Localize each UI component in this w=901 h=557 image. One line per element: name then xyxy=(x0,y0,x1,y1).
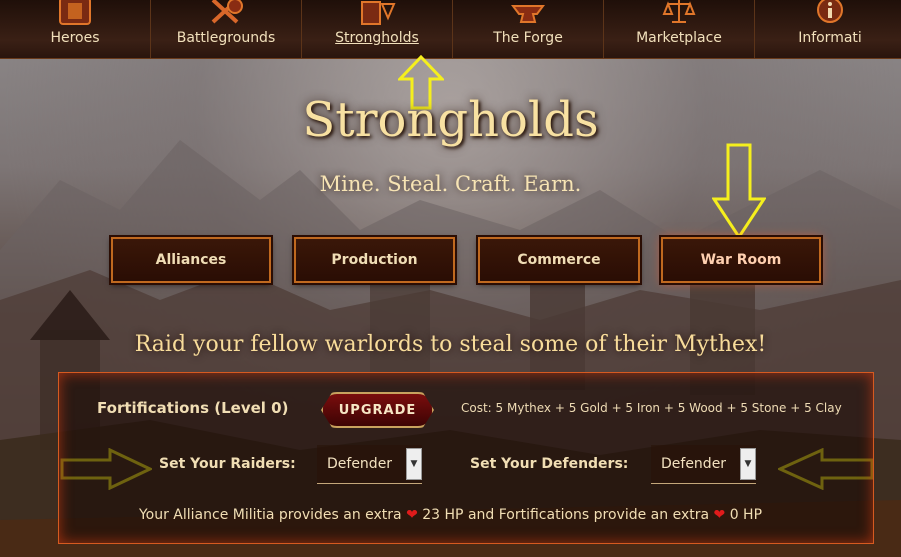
nav-item-label: Marketplace xyxy=(636,30,722,46)
heart-icon: ❤ xyxy=(713,507,726,523)
anvil-icon xyxy=(511,5,545,23)
nav-item-heroes[interactable]: Heroes xyxy=(0,0,151,58)
heart-icon: ❤ xyxy=(406,507,418,523)
militia-info: Your Alliance Militia provides an extra … xyxy=(0,507,901,523)
nav-item-label: Strongholds xyxy=(335,30,419,46)
nav-item-label: Battlegrounds xyxy=(176,30,276,46)
nav-item-strongholds[interactable]: Strongholds xyxy=(302,0,453,58)
scales-icon xyxy=(662,0,696,23)
castle-icon xyxy=(361,1,396,25)
nav-item-information[interactable]: Informati xyxy=(755,0,901,58)
defenders-select[interactable]: Defender ▼ xyxy=(651,445,756,484)
shield-icon xyxy=(59,0,91,25)
page-title: Strongholds xyxy=(302,92,599,148)
nav-item-label: The Forge xyxy=(493,30,563,46)
raiders-label: Set Your Raiders: xyxy=(159,456,296,472)
raiders-select[interactable]: Defender ▼ xyxy=(317,445,422,484)
defenders-label: Set Your Defenders: xyxy=(470,456,629,472)
raiders-select-value: Defender xyxy=(327,456,393,472)
chevron-down-icon: ▼ xyxy=(406,448,422,480)
crossed-swords-icon xyxy=(211,0,243,24)
nav-item-label: Heroes xyxy=(50,30,100,46)
nav-item-label: Informati xyxy=(798,30,862,46)
fortifications-label: Fortifications (Level 0) xyxy=(97,399,289,417)
fortification-hp: 0 HP xyxy=(729,507,763,523)
upgrade-button[interactable]: UPGRADE xyxy=(321,392,434,428)
tab-war-room[interactable]: War Room xyxy=(661,237,821,283)
defenders-select-value: Defender xyxy=(661,456,727,472)
top-navigation-bar: Heroes Battlegrounds Strongholds The For… xyxy=(0,0,901,59)
info-icon xyxy=(817,0,843,23)
chevron-down-icon: ▼ xyxy=(740,448,756,480)
militia-prefix: Your Alliance Militia provides an extra xyxy=(138,507,402,523)
tab-alliances[interactable]: Alliances xyxy=(111,237,271,283)
nav-item-the-forge[interactable]: The Forge xyxy=(453,0,604,58)
tab-commerce[interactable]: Commerce xyxy=(478,237,640,283)
nav-item-marketplace[interactable]: Marketplace xyxy=(604,0,755,58)
upgrade-cost: Cost: 5 Mythex + 5 Gold + 5 Iron + 5 Woo… xyxy=(461,401,842,415)
page-subtitle: Mine. Steal. Craft. Earn. xyxy=(319,172,582,196)
nav-item-battlegrounds[interactable]: Battlegrounds xyxy=(151,0,302,58)
militia-hp: 23 HP and Fortifications provide an extr… xyxy=(422,507,710,523)
section-heading: Raid your fellow warlords to steal some … xyxy=(134,332,767,357)
tab-production[interactable]: Production xyxy=(294,237,455,283)
